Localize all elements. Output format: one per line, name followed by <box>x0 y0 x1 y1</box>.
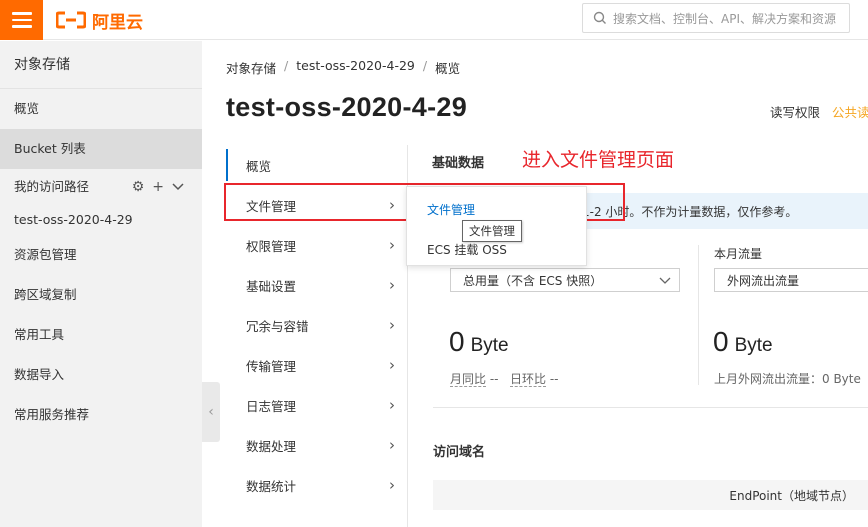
chevron-right-icon: › <box>389 316 395 334</box>
breadcrumb-item-bucket[interactable]: test-oss-2020-4-29 <box>296 58 415 77</box>
subnav-label: 数据统计 <box>246 478 297 494</box>
flow-number: 0 <box>713 326 729 357</box>
chevron-left-icon: ‹ <box>208 404 214 420</box>
subnav-statistics[interactable]: 数据统计 › <box>226 465 407 505</box>
subnav-logging[interactable]: 日志管理 › <box>226 385 407 425</box>
subnav-permission[interactable]: 权限管理 › <box>226 225 407 265</box>
endpoint-column-header: EndPoint（地域节点） <box>729 488 854 503</box>
subnav-label: 数据处理 <box>246 438 297 454</box>
flow-select-value: 外网流出流量 <box>727 273 800 288</box>
chevron-right-icon: › <box>389 356 395 374</box>
subnav-basic-settings[interactable]: 基础设置 › <box>226 265 407 305</box>
subnav-overview[interactable]: 概览 <box>226 145 407 185</box>
monthly-flow-value: 0 Byte <box>713 326 773 358</box>
gear-icon[interactable]: ⚙ <box>132 169 145 205</box>
last-month-flow: 上月外网流出流量：0 Byte <box>714 372 861 386</box>
sidebar-item-recommend[interactable]: 常用服务推荐 <box>0 395 202 435</box>
sidebar-item-bucket-list[interactable]: Bucket 列表 <box>0 129 202 169</box>
breadcrumb-separator: / <box>422 58 428 73</box>
subnav-label: 冗余与容错 <box>246 318 309 334</box>
chevron-right-icon: › <box>389 236 395 254</box>
storage-unit: Byte <box>470 335 509 356</box>
sidebar-item-overview[interactable]: 概览 <box>0 89 202 129</box>
public-read-badge[interactable]: 公共读 <box>832 102 868 121</box>
sidebar-section-label: 我的访问路径 <box>14 179 90 194</box>
chevron-right-icon: › <box>389 276 395 294</box>
sidebar-collapse-handle[interactable]: ‹ <box>202 382 220 442</box>
dod-label: 日环比 <box>509 372 546 387</box>
sidebar-item-resource-pack[interactable]: 资源包管理 <box>0 235 202 275</box>
plus-icon[interactable]: + <box>152 169 164 205</box>
breadcrumb-item-oss[interactable]: 对象存储 <box>226 58 276 77</box>
subnav-label: 日志管理 <box>246 398 297 414</box>
section-title-basic-data: 基础数据 <box>432 156 485 171</box>
sidebar-item-data-import[interactable]: 数据导入 <box>0 355 202 395</box>
divider <box>433 407 868 408</box>
dod-value: -- <box>549 372 559 386</box>
submenu-item-ecs-mount-oss[interactable]: ECS 挂载 OSS <box>427 241 507 258</box>
subnav-transfer[interactable]: 传输管理 › <box>226 345 407 385</box>
aliyun-logo-mark-icon <box>56 11 86 29</box>
storage-type-select[interactable]: 总用量（不含 ECS 快照） <box>450 268 680 292</box>
search-icon <box>593 11 606 24</box>
permission-label: 读写权限 <box>770 105 821 120</box>
subnav-label: 基础设置 <box>246 278 297 294</box>
breadcrumb-item-overview: 概览 <box>435 61 461 76</box>
submenu-item-file-management[interactable]: 文件管理 <box>427 201 475 218</box>
breadcrumb: 对象存储 / test-oss-2020-4-29 / 概览 <box>226 58 460 77</box>
page-title: test-oss-2020-4-29 <box>226 92 468 122</box>
subnav-redundancy[interactable]: 冗余与容错 › <box>226 305 407 345</box>
breadcrumb-separator: / <box>284 58 289 73</box>
sidebar-section-access-path: 我的访问路径 ⚙ + <box>0 169 202 205</box>
comparison-stats: 月同比 -- 日环比 -- <box>450 370 558 387</box>
endpoint-table-header: EndPoint（地域节点） <box>433 480 868 510</box>
chevron-right-icon: › <box>389 396 395 414</box>
sidebar: 对象存储 概览 Bucket 列表 我的访问路径 ⚙ + test-oss-20… <box>0 41 202 527</box>
search-input[interactable]: 搜索文档、控制台、API、解决方案和资源 <box>582 3 850 33</box>
chevron-right-icon: › <box>389 436 395 454</box>
annotation-text: 进入文件管理页面 <box>522 149 675 171</box>
storage-number: 0 <box>449 326 465 357</box>
top-bar: 阿里云 搜索文档、控制台、API、解决方案和资源 <box>0 0 868 40</box>
search-placeholder: 搜索文档、控制台、API、解决方案和资源 <box>613 11 836 26</box>
sidebar-title: 对象存储 <box>0 41 202 89</box>
subnav-label: 概览 <box>246 158 272 174</box>
flow-type-select[interactable]: 外网流出流量 <box>714 268 868 292</box>
storage-select-value: 总用量（不含 ECS 快照） <box>463 273 603 288</box>
monthly-flow-label: 本月流量 <box>714 247 763 261</box>
chevron-right-icon: › <box>389 476 395 494</box>
tooltip: 文件管理 <box>462 220 522 242</box>
sidebar-item-path-bucket[interactable]: test-oss-2020-4-29 <box>0 205 202 235</box>
aliyun-logo[interactable]: 阿里云 <box>56 8 143 33</box>
sidebar-item-tools[interactable]: 常用工具 <box>0 315 202 355</box>
subnav-label: 权限管理 <box>246 238 297 254</box>
chevron-down-icon[interactable] <box>172 169 184 205</box>
flow-unit: Byte <box>734 335 773 356</box>
storage-usage-value: 0 Byte <box>449 326 509 358</box>
subnav-label: 传输管理 <box>246 358 297 374</box>
sidebar-item-cross-region[interactable]: 跨区域复制 <box>0 275 202 315</box>
title-actions: 读写权限 公共读 <box>770 102 868 121</box>
subnav-data-processing[interactable]: 数据处理 › <box>226 425 407 465</box>
menu-icon[interactable] <box>0 0 43 40</box>
mom-value: -- <box>489 372 499 386</box>
divider <box>698 245 699 385</box>
section-title-access-domain: 访问域名 <box>433 445 486 460</box>
chevron-down-icon <box>659 273 671 290</box>
brand-name: 阿里云 <box>92 12 143 33</box>
mom-label: 月同比 <box>450 372 487 387</box>
